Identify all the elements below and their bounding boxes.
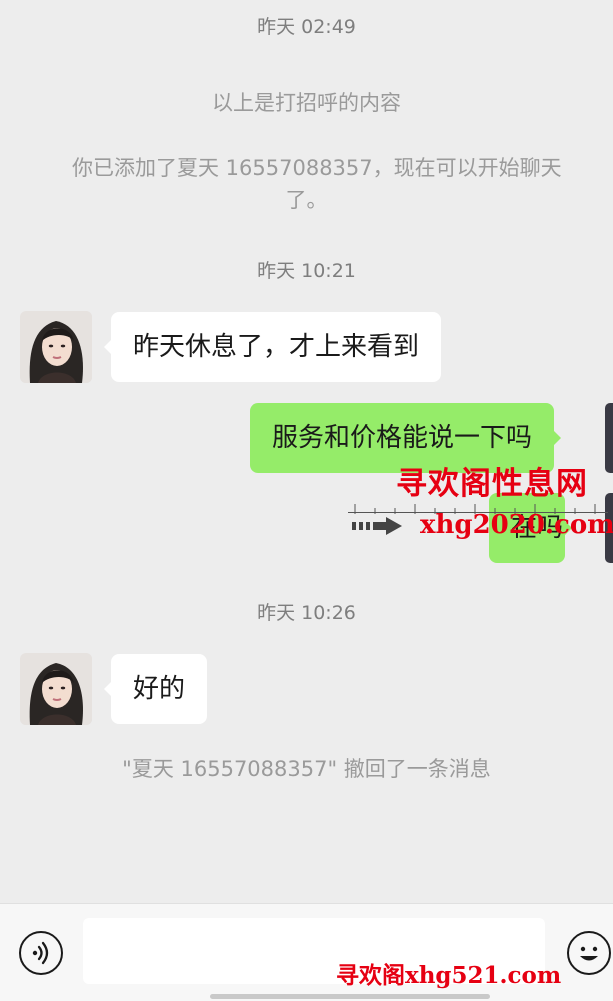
self-avatar[interactable] [605, 403, 613, 473]
incoming-message-bubble[interactable]: 好的 [103, 654, 208, 724]
contact-avatar[interactable] [20, 311, 92, 383]
emoji-button[interactable] [567, 931, 611, 975]
incoming-message-bubble[interactable]: 昨天休息了，才上来看到 [103, 312, 442, 382]
home-indicator [210, 994, 490, 999]
arrow-right-icon [352, 517, 402, 535]
timestamp: 昨天 10:26 [257, 602, 356, 624]
avatar-icon [20, 653, 92, 725]
emoji-icon [580, 946, 598, 961]
system-message: 了。 [285, 188, 328, 212]
timestamp: 昨天 10:21 [257, 260, 356, 282]
watermark-url: xhg2020.com [420, 510, 613, 540]
voice-toggle-button[interactable] [19, 931, 63, 975]
system-message: 你已添加了夏天 16557088357，现在可以开始聊天 [72, 156, 562, 180]
watermark-bottom: 寻欢阁xhg521.com [336, 962, 562, 989]
avatar-icon [20, 311, 92, 383]
contact-avatar[interactable] [20, 653, 92, 725]
voice-icon [32, 941, 49, 965]
timestamp: 昨天 02:49 [257, 16, 356, 38]
system-message: 以上是打招呼的内容 [212, 91, 401, 115]
watermark-text: 寻欢阁性息网 [396, 466, 588, 502]
system-recall-notice: "夏天 16557088357" 撤回了一条消息 [122, 757, 491, 781]
